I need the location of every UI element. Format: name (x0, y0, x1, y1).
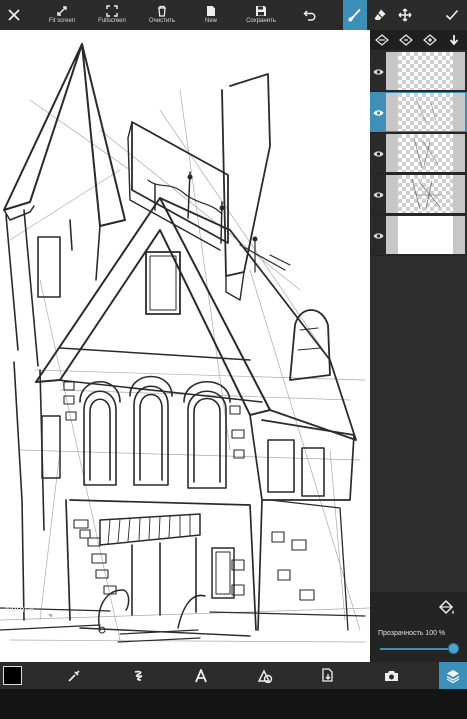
import-image-button[interactable] (314, 662, 342, 689)
opacity-label-row: Прозрачность 100 % (378, 630, 445, 637)
add-layer-icon (423, 34, 437, 46)
brush-tool-button[interactable] (343, 0, 367, 30)
save-button[interactable]: Сохранить (242, 0, 280, 30)
visibility-toggle[interactable] (370, 92, 386, 133)
shape-icon (257, 668, 273, 683)
visibility-toggle[interactable] (370, 133, 386, 174)
trash-icon (158, 5, 166, 17)
chevron-down-icon (48, 614, 52, 618)
fit-screen-label: Fit screen (48, 18, 76, 24)
eyedropper-icon (68, 669, 80, 682)
confirm-button[interactable] (440, 0, 464, 30)
clear-label: Очистить (148, 18, 176, 24)
layer-thumbnail (386, 175, 465, 213)
opacity-slider-track[interactable] (380, 648, 454, 650)
undo-button[interactable] (298, 0, 322, 30)
eye-icon (373, 191, 383, 198)
layer-thumbnail-sketch (411, 178, 442, 210)
layer-thumbnail (386, 52, 465, 90)
close-icon (8, 9, 20, 21)
add-layer-button[interactable] (418, 30, 442, 50)
clear-button[interactable]: Очистить (144, 0, 180, 30)
visibility-toggle[interactable] (370, 51, 386, 92)
new-label: New (204, 18, 217, 24)
layers-panel (370, 30, 467, 662)
opacity-value: 100 % (425, 630, 446, 637)
opacity-label: Прозрачность (378, 630, 424, 637)
fullscreen-label: Fullscreen (98, 18, 126, 24)
system-nav-bar (0, 689, 467, 719)
brush-style-icon (134, 670, 143, 681)
house-sketch (0, 43, 370, 643)
move-tool-button[interactable] (393, 0, 417, 30)
undo-icon (303, 10, 316, 21)
move-layer-down-button[interactable] (442, 30, 466, 50)
drawing-canvas[interactable] (0, 30, 370, 662)
eraser-tool-button[interactable] (368, 0, 392, 30)
fit-screen-icon (57, 6, 67, 16)
eye-icon (373, 68, 383, 75)
eyedropper-button[interactable] (60, 662, 88, 689)
layer-icon (399, 34, 413, 46)
fullscreen-button[interactable]: Fullscreen (94, 0, 130, 30)
layer-row-4[interactable] (370, 174, 467, 215)
layers-panel-header (370, 30, 467, 50)
layer-thumbnail (386, 93, 465, 131)
close-button[interactable] (2, 0, 26, 30)
camera-button[interactable] (377, 662, 405, 689)
layers-icon (446, 669, 460, 683)
layer-row-3[interactable] (370, 133, 467, 174)
new-document-icon (207, 6, 215, 16)
paint-bucket-icon (438, 599, 454, 615)
fullscreen-icon (106, 5, 118, 17)
brush-style-button[interactable] (125, 662, 153, 689)
text-tool-button[interactable] (187, 662, 215, 689)
opacity-slider-handle[interactable] (448, 643, 459, 654)
shape-tool-button[interactable] (251, 662, 279, 689)
layer-thumbnail (386, 216, 465, 254)
checkmark-icon (445, 9, 459, 21)
color-swatch[interactable] (3, 666, 22, 685)
fill-layer-button[interactable] (436, 598, 456, 618)
layer-row-2[interactable] (370, 92, 467, 133)
save-icon (256, 6, 266, 16)
text-icon (195, 668, 207, 682)
import-icon (322, 668, 333, 682)
new-button[interactable]: New (196, 0, 226, 30)
duplicate-layer-button[interactable] (394, 30, 418, 50)
layer-thumbnail-sketch (415, 97, 437, 124)
eye-icon (373, 109, 383, 116)
layer-row-5[interactable] (370, 215, 467, 256)
eye-icon (373, 232, 383, 239)
eye-icon (373, 150, 383, 157)
fit-screen-button[interactable]: Fit screen (44, 0, 80, 30)
layers-button[interactable] (439, 662, 467, 689)
layer-row-1[interactable] (370, 51, 467, 92)
eraser-icon (374, 9, 386, 20)
layer-thumbnail (386, 134, 465, 172)
visibility-toggle[interactable] (370, 215, 386, 256)
camera-icon (384, 670, 398, 681)
layer-thumbnail-sketch (413, 137, 439, 169)
brush-icon (348, 8, 361, 22)
visibility-toggle[interactable] (370, 174, 386, 215)
move-icon (398, 8, 412, 22)
merge-layers-icon (375, 34, 389, 46)
arrow-down-icon (449, 35, 459, 46)
merge-layer-button[interactable] (370, 30, 394, 50)
save-label: Сохранить (246, 18, 276, 24)
blend-mode-select[interactable]: Normal (5, 604, 34, 614)
